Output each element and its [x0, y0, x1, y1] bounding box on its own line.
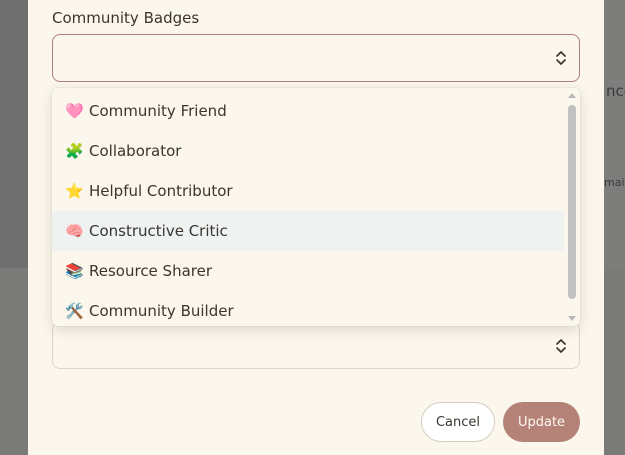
option-label: Helpful Contributor: [89, 182, 233, 200]
option-label: Collaborator: [89, 142, 182, 160]
option-community-builder[interactable]: 🛠️ Community Builder: [52, 291, 564, 326]
community-badges-label: Community Badges: [52, 9, 200, 27]
secondary-select[interactable]: [52, 322, 580, 369]
cancel-button[interactable]: Cancel: [421, 402, 495, 442]
dropdown-scrollbar[interactable]: [564, 88, 580, 326]
option-resource-sharer[interactable]: 📚 Resource Sharer: [52, 251, 564, 291]
update-button[interactable]: Update: [503, 402, 580, 442]
star-icon: ⭐: [65, 182, 84, 200]
background-text-fragment: nce: [606, 82, 625, 100]
option-collaborator[interactable]: 🧩 Collaborator: [52, 131, 564, 171]
tools-icon: 🛠️: [65, 302, 84, 320]
heart-icon: 🩷: [65, 102, 84, 120]
books-icon: 📚: [65, 262, 84, 280]
chevron-up-down-icon: [556, 338, 566, 353]
badges-dropdown-list: 🩷 Community Friend 🧩 Collaborator ⭐ Help…: [52, 88, 580, 326]
scrollbar-thumb[interactable]: [568, 105, 576, 299]
community-badges-select[interactable]: [52, 34, 580, 82]
background-text-fragment: mail: [604, 176, 625, 189]
chevron-up-down-icon: [556, 51, 566, 65]
scroll-down-arrow-icon[interactable]: [568, 316, 576, 321]
option-community-friend[interactable]: 🩷 Community Friend: [52, 91, 564, 131]
option-label: Community Builder: [89, 302, 234, 320]
option-label: Constructive Critic: [89, 222, 228, 240]
option-label: Resource Sharer: [89, 262, 213, 280]
scroll-up-arrow-icon[interactable]: [568, 93, 576, 98]
puzzle-icon: 🧩: [65, 142, 84, 160]
edit-modal: Community Badges 🩷 Community Friend 🧩 Co…: [28, 0, 604, 455]
brain-icon: 🧠: [65, 222, 84, 240]
option-helpful-contributor[interactable]: ⭐ Helpful Contributor: [52, 171, 564, 211]
option-label: Community Friend: [89, 102, 227, 120]
option-constructive-critic[interactable]: 🧠 Constructive Critic: [52, 211, 564, 251]
